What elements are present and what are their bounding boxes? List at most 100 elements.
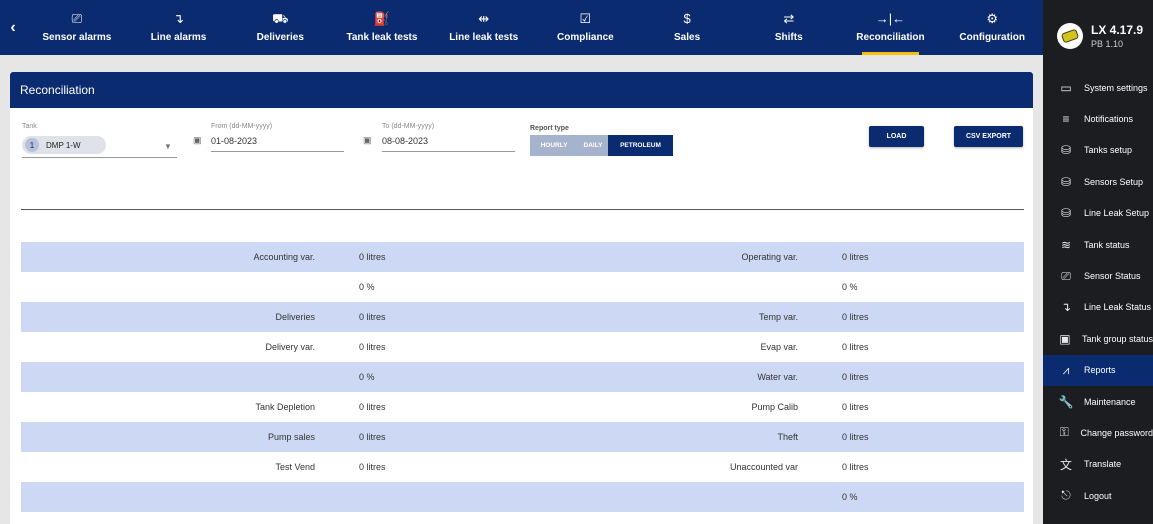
row-label: Delivery var. <box>265 342 315 352</box>
to-date-field[interactable]: 08-08-2023 <box>382 136 428 146</box>
row-label: Evap var. <box>760 342 798 352</box>
caret-down-icon[interactable]: ▼ <box>164 142 172 151</box>
table-row: 0 % Water var. 0 litres <box>21 362 1024 392</box>
nav-item-sensor-alarms[interactable]: ⎚ Sensor alarms <box>26 0 128 55</box>
nav-item-label: Line alarms <box>150 32 207 43</box>
truck-icon: ⛟ <box>272 11 289 26</box>
nav-item-label: Tank leak tests <box>346 32 418 43</box>
tank-group-icon: ▣ <box>1059 331 1071 346</box>
sidebar-item-label: Logout <box>1084 490 1112 501</box>
load-button[interactable]: LOAD <box>869 126 924 147</box>
sidebar-item-logout[interactable]: ⎋ Logout <box>1043 480 1153 511</box>
sidebar-header: LX 4.17.9 PB 1.10 <box>1043 0 1153 72</box>
sidebar-item-sensor-status[interactable]: ⎚ Sensor Status <box>1043 260 1153 291</box>
divider <box>21 209 1024 210</box>
sidebar-item-change-password[interactable]: ⚿ Change password <box>1043 417 1153 448</box>
to-underline <box>382 151 515 152</box>
row-value: 0 litres <box>842 402 869 412</box>
table-row: Delivery var. 0 litres Evap var. 0 litres <box>21 332 1024 362</box>
main-panel: Reconciliation Tank 1 DMP 1-W ▼ From (dd… <box>10 72 1033 524</box>
report-type-hourly[interactable]: HOURLY <box>530 135 578 156</box>
sidebar-item-system-settings[interactable]: ▭ System settings <box>1043 72 1153 103</box>
row-value: 0 litres <box>842 342 869 352</box>
report-type-label: Report type <box>530 125 569 132</box>
row-label: Operating var. <box>741 252 798 262</box>
monitor-icon: ▭ <box>1060 80 1072 95</box>
sidebar-menu: ▭ System settings ≡ Notifications ⛁ Tanks set… <box>1043 72 1153 511</box>
from-label: From (dd-MM-yyyy) <box>211 123 273 130</box>
nav-item-line-alarms[interactable]: ↴ Line alarms <box>128 0 230 55</box>
nav-item-configuration[interactable]: ⚙ Configuration <box>941 0 1043 55</box>
calendar-icon[interactable]: ▣ <box>363 135 372 146</box>
swap-icon: ⇄ <box>783 11 795 26</box>
nav-item-label: Compliance <box>557 32 614 43</box>
from-underline <box>211 151 344 152</box>
sidebar-item-label: Notifications <box>1084 114 1134 125</box>
row-label: Pump Calib <box>751 402 798 412</box>
sidebar-item-reports[interactable]: ⩘ Reports <box>1043 354 1153 386</box>
from-date-field[interactable]: 01-08-2023 <box>211 136 257 146</box>
nav-items: ⎚ Sensor alarms ↴ Line alarms ⛟ Deliveries ⛽ Ta… <box>26 0 1043 55</box>
translate-icon: 文 <box>1059 457 1072 472</box>
table-row: 0 % 0 % <box>21 272 1024 302</box>
sidebar-item-label: Sensors Setup <box>1084 176 1144 187</box>
page-title: Reconciliation <box>10 72 1033 108</box>
sidebar-item-label: Tanks setup <box>1084 145 1133 156</box>
row-value: 0 litres <box>359 462 386 472</box>
row-label: Unaccounted var <box>729 462 798 472</box>
sidebar-item-notifications[interactable]: ≡ Notifications <box>1043 103 1153 134</box>
row-label: Deliveries <box>275 312 315 322</box>
row-label: Water var. <box>757 372 798 382</box>
sidebar-item-label: Tank group status <box>1081 333 1153 344</box>
row-value: 0 % <box>842 282 858 292</box>
app-logo <box>1057 23 1083 49</box>
tank-label: Tank <box>22 123 37 130</box>
sidebar-item-tank-group-status[interactable]: ▣ Tank group status <box>1043 323 1153 354</box>
sidebar-item-label: Line Leak Status <box>1084 302 1152 313</box>
key-icon: ⚿ <box>1059 425 1069 440</box>
sidebar-item-sensors-setup[interactable]: ⛁ Sensors Setup <box>1043 166 1153 197</box>
csv-export-button[interactable]: CSV EXPORT <box>954 126 1023 147</box>
sidebar-item-line-leak-setup[interactable]: ⛁ Line Leak Setup <box>1043 198 1153 229</box>
nav-item-label: Sensor alarms <box>42 32 112 43</box>
nav-item-reconciliation[interactable]: →|← Reconciliation <box>840 0 942 55</box>
cast-icon: ⎚ <box>71 11 83 26</box>
sidebar-item-line-leak-status[interactable]: ↴ Line Leak Status <box>1043 292 1153 323</box>
calendar-icon[interactable]: ▣ <box>193 135 202 146</box>
nav-item-deliveries[interactable]: ⛟ Deliveries <box>229 0 331 55</box>
tank-chip[interactable]: 1 DMP 1-W <box>22 136 106 154</box>
sidebar-item-label: Translate <box>1084 459 1122 470</box>
chevron-left-icon[interactable]: ‹ <box>0 0 26 55</box>
sidebar-item-maintenance[interactable]: 🔧 Maintenance <box>1043 386 1153 417</box>
nav-item-sales[interactable]: $ Sales <box>636 0 738 55</box>
table-row: Tank Depletion 0 litres Pump Calib 0 litres <box>21 392 1024 422</box>
top-nav: ‹ ⎚ Sensor alarms ↴ Line alarms ⛟ Deliveries ⛽… <box>0 0 1043 55</box>
to-label: To (dd-MM-yyyy) <box>382 123 435 130</box>
report-type-petroleum[interactable]: PETROLEUM <box>608 135 673 156</box>
nav-item-tank-leak-tests[interactable]: ⛽ Tank leak tests <box>331 0 433 55</box>
nav-item-label: Sales <box>674 32 701 43</box>
row-label: Theft <box>777 432 798 442</box>
reconcile-icon: →|← <box>875 11 906 26</box>
sidebar-item-tank-status[interactable]: ≋ Tank status <box>1043 229 1153 260</box>
row-value: 0 litres <box>359 312 386 322</box>
sidebar-item-translate[interactable]: 文 Translate <box>1043 449 1153 480</box>
row-label: Tank Depletion <box>255 402 315 412</box>
line-leak-icon: ⇹ <box>478 11 490 26</box>
table-row: Accounting var. 0 litres Operating var. 0 l… <box>21 242 1024 272</box>
nav-item-label: Line leak tests <box>449 32 519 43</box>
row-label: Pump sales <box>267 432 315 442</box>
nav-item-compliance[interactable]: ☑ Compliance <box>535 0 637 55</box>
tank-chip-number: 1 <box>25 138 39 152</box>
report-type-daily[interactable]: DAILY <box>578 135 608 156</box>
sidebar-item-tanks-setup[interactable]: ⛁ Tanks setup <box>1043 135 1153 166</box>
database-icon: ⛁ <box>1060 174 1072 189</box>
nav-item-shifts[interactable]: ⇄ Shifts <box>738 0 840 55</box>
nav-item-label: Deliveries <box>256 32 304 43</box>
row-value: 0 litres <box>842 462 869 472</box>
row-label: Accounting var. <box>253 252 315 262</box>
nav-item-line-leak-tests[interactable]: ⇹ Line leak tests <box>433 0 535 55</box>
tank-underline <box>22 157 177 158</box>
sidebar-item-label: Line Leak Setup <box>1084 208 1150 219</box>
notifications-icon: ≡ <box>1062 112 1070 127</box>
